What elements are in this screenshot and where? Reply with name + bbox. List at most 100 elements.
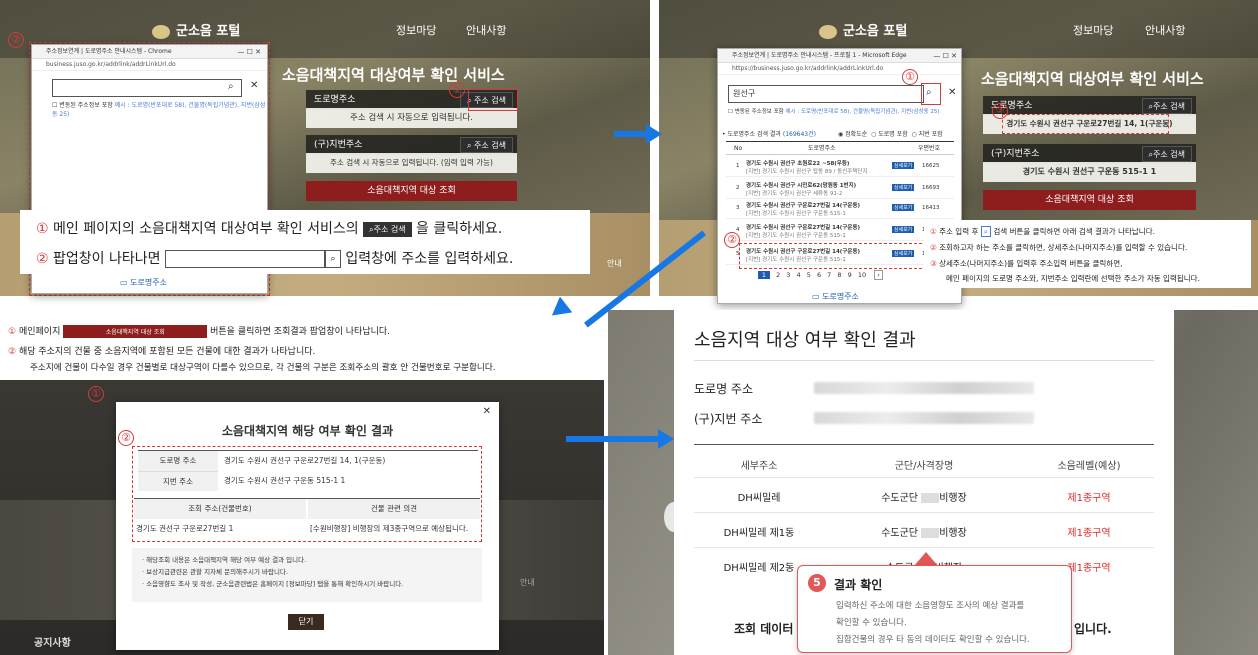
portal-logo-2[interactable]: 군소음 포털 bbox=[819, 20, 907, 39]
note1-line1: ① 메인 페이지의 소음대책지역 대상여부 확인 서비스의 ⌕주소 검색 을 클… bbox=[36, 221, 503, 237]
portal-logo[interactable]: 군소음 포털 bbox=[152, 20, 240, 39]
next-page-icon[interactable]: › bbox=[874, 270, 883, 280]
result-modal: ✕ 소음대책지역 해당 여부 확인 결과 도로명 주소 경기도 수원시 권선구 … bbox=[116, 402, 499, 650]
detail-button[interactable]: 상세보기 bbox=[892, 184, 915, 191]
row-jibun: [지번] 경기도 수원시 권선구 탑동 89 / 동신주택단지 bbox=[746, 169, 868, 175]
emblem-icon bbox=[819, 24, 837, 39]
modal-note-2: · 보상지급관련은 관할 지자체 문의해주시기 바랍니다. bbox=[142, 568, 289, 576]
road-address-field[interactable]: 주소 검색 시 자동으로 입력됩니다. bbox=[306, 108, 517, 128]
close-icon[interactable]: ✕ bbox=[250, 80, 258, 91]
page-2[interactable]: 2 bbox=[776, 271, 780, 279]
page-1[interactable]: 1 bbox=[758, 271, 770, 279]
step-number-2: ② bbox=[8, 32, 24, 48]
window-controls-icon[interactable]: — ☐ ✕ bbox=[237, 45, 261, 59]
row-address: 경기도 수원시 권선구 구운로27번길 14(구운동) bbox=[746, 225, 861, 231]
row-no: 2 bbox=[736, 185, 740, 191]
jibun-address-row-2: (구)지번주소 ⌕주소 검색 bbox=[983, 144, 1196, 164]
redacted-text bbox=[921, 493, 940, 503]
row-zip: 16413 bbox=[922, 205, 940, 211]
footer-text-b: 입니다. bbox=[1074, 622, 1112, 636]
sort-options[interactable]: ◉ 정확도순 ○ 도로명 포함 ○ 지번 포함 bbox=[838, 129, 943, 138]
result-row[interactable]: 4 경기도 수원시 권선구 구운로27번길 14(구운동) [지번] 경기도 수원시… bbox=[726, 221, 954, 241]
row-jibun: [지번] 경기도 수원시 권선구 구운동 515-1 bbox=[746, 211, 846, 217]
redacted-text bbox=[921, 528, 940, 538]
result-row[interactable]: 3 경기도 수원시 권선구 구운로27번길 14(구운동) [지번] 경기도 수원시… bbox=[726, 199, 954, 219]
notice-label[interactable]: 공지사항 bbox=[34, 634, 71, 649]
row-address: 경기도 수원시 권선구 시민로62(망원동 1번지) bbox=[746, 183, 857, 189]
include-changed-checkbox[interactable]: ☐ 변동된 주소정보 포함 예시 : 도로명(반포대로 58), 건물명(독립기… bbox=[52, 100, 267, 118]
redacted-road-address bbox=[814, 382, 1034, 394]
note2-line2: ② 조회하고자 하는 주소를 클릭하면, 상세주소(나머지주소)를 입력할 수 … bbox=[930, 243, 1188, 252]
modal-jibun-value: 경기도 수원시 권선구 구운동 515-1 1 bbox=[224, 476, 346, 485]
page-9[interactable]: 9 bbox=[848, 271, 852, 279]
road-address-logo: ▭ 도로명주소 bbox=[120, 278, 167, 287]
result-row[interactable]: 2 경기도 수원시 권선구 시민로62(망원동 1번지) [지번] 경기도 수원시 … bbox=[726, 179, 954, 199]
page-8[interactable]: 8 bbox=[837, 271, 841, 279]
note3-line2: ② 해당 주소지의 건물 중 소음지역에 포함된 모든 건물에 대한 결과가 나… bbox=[8, 347, 316, 357]
road-search-button-2[interactable]: ⌕주소 검색 bbox=[1141, 98, 1192, 114]
pagination: 1 2 3 4 5 6 7 8 9 10 › bbox=[758, 270, 883, 280]
modal-notes: · 해당조회 내용은 소음대책지역 해당 여부 예상 결과 입니다. · 보상지… bbox=[132, 548, 482, 602]
unit-name-cell: 수도군단 비행장 bbox=[881, 493, 967, 504]
modal-note-1: · 해당조회 내용은 소음대책지역 해당 여부 예상 결과 입니다. bbox=[142, 556, 307, 564]
modal-close-button[interactable]: 닫기 bbox=[288, 614, 324, 630]
modal-note-3: · 소음영향도 조사 및 작성, 군소음관련법은 홈페이지 [정보마당] 탭을 … bbox=[142, 580, 404, 588]
popup2-search-input[interactable]: 원선구 bbox=[728, 85, 924, 103]
nav-info-2[interactable]: 정보마당 bbox=[1073, 22, 1113, 38]
instruction-note-2: ① 주소 입력 후 ⌕ 검색 버튼을 클릭하면 아래 검색 결과가 나타납니다.… bbox=[924, 220, 1251, 288]
popup-titlebar: 주소정보연계 | 도로명주소 안내시스템 - Chrome — ☐ ✕ bbox=[32, 45, 267, 59]
highlight-search-button bbox=[468, 89, 518, 111]
nav-info[interactable]: 정보마당 bbox=[396, 22, 436, 38]
modal-close-icon[interactable]: ✕ bbox=[483, 406, 491, 417]
result-tooltip: 5 결과 확인 입력하신 주소에 대한 소음영향도 조사의 예상 결과를 확인할… bbox=[797, 565, 1072, 653]
search-icon[interactable]: ⌕ bbox=[228, 81, 234, 92]
result-row-divider bbox=[694, 477, 1154, 478]
jibun-search-button-2[interactable]: ⌕주소 검색 bbox=[1141, 146, 1192, 162]
nav-guide-2[interactable]: 안내사항 bbox=[1145, 22, 1185, 38]
jibun-address-row: (구)지번주소 ⌕ 주소 검색 bbox=[306, 135, 517, 155]
modal-col1: 조회 주소(건물번호) bbox=[134, 499, 306, 519]
step-number-1b: ① bbox=[902, 69, 918, 85]
emblem-icon bbox=[152, 24, 170, 39]
page-7[interactable]: 7 bbox=[827, 271, 831, 279]
step-number-3-overlay: ③ bbox=[992, 103, 1008, 119]
detail-button[interactable]: 상세보기 bbox=[892, 226, 915, 233]
modal-result-table: 조회 주소(건물번호) 건물 관련 의견 경기도 권선구 구운로27번길 1 [… bbox=[134, 498, 480, 538]
window-controls-icon[interactable]: — ☐ ✕ bbox=[933, 49, 957, 63]
modal-road-value: 경기도 수원시 권선구 구운로27번길 14, 1(구운동) bbox=[224, 456, 386, 465]
note2-line1: ① 주소 입력 후 ⌕ 검색 버튼을 클릭하면 아래 검색 결과가 나타납니다. bbox=[930, 226, 1155, 237]
modal-address-table: 도로명 주소 경기도 수원시 권선구 구운로27번길 14, 1(구운동) 지번… bbox=[138, 450, 478, 491]
result-row[interactable]: 1 경기도 수원시 권선구 초원로22 ~58(우등) [지번] 경기도 수원시 권… bbox=[726, 157, 954, 177]
tooltip-number-badge: 5 bbox=[808, 574, 826, 592]
lookup-button-2[interactable]: 소음대책지역 대상 조회 bbox=[983, 190, 1196, 210]
jibun-address-field[interactable]: 주소 검색 시 자동으로 입력됩니다. (임력 입력 가능) bbox=[306, 153, 517, 173]
noise-level-cell: 제1종구역 bbox=[1067, 493, 1111, 504]
page-10[interactable]: 10 bbox=[858, 271, 866, 279]
step-number-1c: ① bbox=[88, 386, 104, 402]
results-header: • 도로명주소 검색 결과 (169643건) bbox=[722, 131, 816, 138]
page-5[interactable]: 5 bbox=[807, 271, 811, 279]
search-icon[interactable]: ⌕ bbox=[926, 87, 932, 98]
jibun-search-button[interactable]: ⌕ 주소 검색 bbox=[459, 137, 513, 153]
page-6[interactable]: 6 bbox=[817, 271, 821, 279]
tooltip-title: 결과 확인 bbox=[834, 578, 883, 592]
lookup-button[interactable]: 소음대책지역 대상 조회 bbox=[306, 181, 517, 201]
divider bbox=[694, 360, 1154, 361]
inline-search-input bbox=[164, 250, 325, 268]
guide-label[interactable]: 안내 bbox=[520, 577, 535, 588]
carousel-left-icon[interactable] bbox=[664, 502, 684, 532]
jibun-address-value[interactable]: 경기도 수원시 권선구 구운동 515-1 1 bbox=[983, 162, 1196, 182]
page-3[interactable]: 3 bbox=[786, 271, 790, 279]
instruction-note-1: ① 메인 페이지의 소음대책지역 대상여부 확인 서비스의 ⌕주소 검색 을 클… bbox=[20, 210, 590, 274]
note2-line3: ③ 상세주소(나머지주소)를 입력후 주소입력 버튼을 클릭하면, bbox=[930, 259, 1123, 268]
include-changed-checkbox-2[interactable]: ☐ 변동된 주소정보 포함 예시 : 도로명(반포대로 58), 건물명(독립기… bbox=[728, 107, 940, 115]
page-4[interactable]: 4 bbox=[797, 271, 801, 279]
detail-button[interactable]: 상세보기 bbox=[892, 204, 915, 211]
nav-guide[interactable]: 안내사항 bbox=[466, 22, 506, 38]
tooltip-line-1: 입력하신 주소에 대한 소음영향도 조사의 예상 결과를 bbox=[836, 601, 1025, 611]
detail-button[interactable]: 상세보기 bbox=[892, 162, 915, 169]
close-icon[interactable]: ✕ bbox=[948, 87, 956, 98]
popup-search-input[interactable] bbox=[52, 79, 242, 97]
footer-text-a: 조회 데이터 bbox=[734, 622, 794, 636]
tooltip-pointer bbox=[914, 552, 938, 566]
